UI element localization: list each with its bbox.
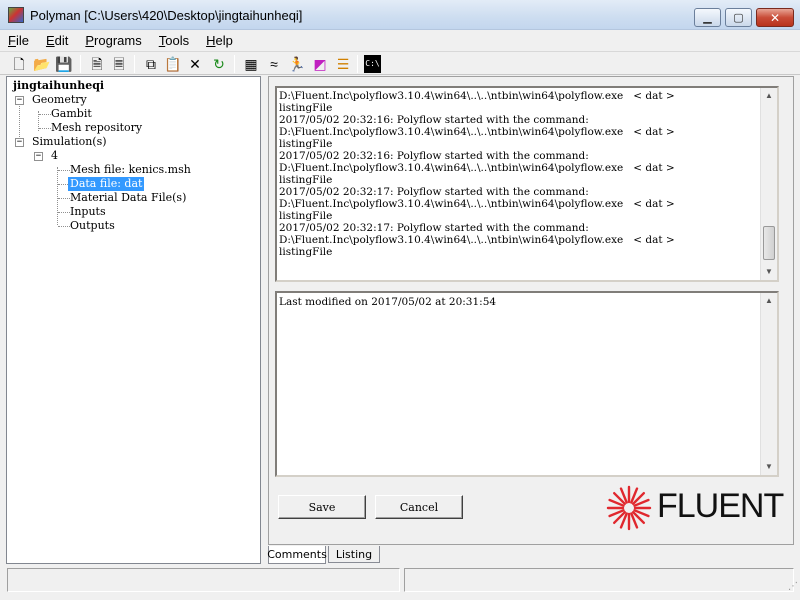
tree-connector [58,170,70,171]
refresh-icon[interactable]: ↻ [210,55,228,73]
paste-icon[interactable]: 📋 [164,55,182,73]
tree-connector [39,114,51,115]
save-button[interactable]: Save [278,495,366,519]
tree-item-material-data[interactable]: Material Data File(s) [70,191,186,205]
collapse-icon[interactable]: − [15,96,24,105]
tree-root[interactable]: jingtaihunheqi [13,79,104,93]
toolbar-separator [234,55,235,73]
tree-connector [39,128,51,129]
status-bar: ⋰ [0,566,800,600]
minimize-icon: ▁ [703,12,712,24]
doc-icon[interactable]: 🗏 [110,55,128,73]
comments-text: Last modified on 2017/05/02 at 20:31:54 [279,296,497,308]
tree-item-mesh-file[interactable]: Mesh file: kenics.msh [70,163,191,177]
log-scrollbar[interactable]: ▲ ▼ [760,88,777,280]
tree-item-data-file[interactable]: Data file: dat [68,177,145,191]
new-doc-icon[interactable]: 🗎 [88,55,106,73]
fluent-wordmark: FLUENT [657,487,784,525]
fluent-starburst-icon [606,485,652,531]
tree-connector [57,167,58,225]
window-title: Polyman [C:\Users\420\Desktop\jingtaihun… [30,8,303,23]
scroll-up-icon[interactable]: ▲ [761,88,777,104]
tree-connector [58,198,70,199]
run-icon[interactable]: 🏃 [288,55,306,73]
collapse-icon[interactable]: − [15,138,24,147]
new-icon[interactable]: 🗋 [10,55,28,73]
tree-item-inputs[interactable]: Inputs [70,205,106,219]
menu-programs[interactable]: Programs [85,33,141,48]
toolbar: 🗋 📂 💾 🗎 🗏 ⧉ 📋 ✕ ↻ ▦ ≈ 🏃 ◩ ☰ C:\ [0,51,800,75]
close-icon: ✕ [769,10,781,25]
menu-tools[interactable]: Tools [159,33,189,48]
scroll-down-icon[interactable]: ▼ [761,264,777,280]
tree-connector [58,212,70,213]
scroll-thumb[interactable] [763,226,775,260]
command-prompt-icon[interactable]: C:\ [364,55,381,73]
project-tree[interactable]: jingtaihunheqi − Geometry Gambit Mesh re… [6,76,261,564]
log-output[interactable]: D:\Fluent.Inc\polyflow3.10.4\win64\..\..… [275,86,779,282]
tab-listing[interactable]: Listing [328,546,380,563]
menu-edit[interactable]: Edit [46,33,68,48]
log-text: D:\Fluent.Inc\polyflow3.10.4\win64\..\..… [279,90,675,258]
fluent-logo: FLUENT [605,484,784,532]
tree-item-outputs[interactable]: Outputs [70,219,115,233]
scroll-up-icon[interactable]: ▲ [761,293,777,309]
menu-help[interactable]: Help [206,33,233,48]
scroll-down-icon[interactable]: ▼ [761,459,777,475]
save-icon[interactable]: 💾 [55,55,73,73]
tree-item-simulations[interactable]: Simulation(s) [32,135,107,149]
tree-item-simulation-4[interactable]: 4 [51,149,58,163]
menu-bar: File Edit Programs Tools Help [0,30,800,50]
maximize-icon: ▢ [733,12,744,24]
fieldview-icon[interactable]: ◩ [311,55,329,73]
gambit-icon[interactable]: ≈ [265,55,283,73]
app-icon[interactable] [8,7,24,23]
minimize-button[interactable]: ▁ [694,8,721,27]
polystat-icon[interactable]: ☰ [334,55,352,73]
status-cell-main [7,568,400,592]
comments-scrollbar[interactable]: ▲ ▼ [760,293,777,475]
collapse-icon[interactable]: − [34,152,43,161]
grid-mesh-icon[interactable]: ▦ [242,55,260,73]
menu-file[interactable]: File [8,33,29,48]
tab-comments[interactable]: Comments [267,546,327,564]
delete-icon[interactable]: ✕ [186,55,204,73]
maximize-button[interactable]: ▢ [725,8,752,27]
tree-item-gambit[interactable]: Gambit [51,107,92,121]
cancel-button[interactable]: Cancel [375,495,463,519]
tree-item-mesh-repository[interactable]: Mesh repository [51,121,142,135]
title-bar[interactable]: Polyman [C:\Users\420\Desktop\jingtaihun… [0,0,800,30]
toolbar-separator [134,55,135,73]
tree-item-geometry[interactable]: Geometry [32,93,87,107]
resize-grip-icon[interactable]: ⋰ [788,581,798,592]
status-cell-secondary [404,568,794,592]
toolbar-separator [80,55,81,73]
close-button[interactable]: ✕ [756,8,794,27]
toolbar-separator [357,55,358,73]
open-folder-icon[interactable]: 📂 [33,55,51,73]
copy-icon[interactable]: ⧉ [142,55,160,73]
comments-textarea[interactable]: Last modified on 2017/05/02 at 20:31:54 … [275,291,779,477]
tree-connector [58,226,70,227]
